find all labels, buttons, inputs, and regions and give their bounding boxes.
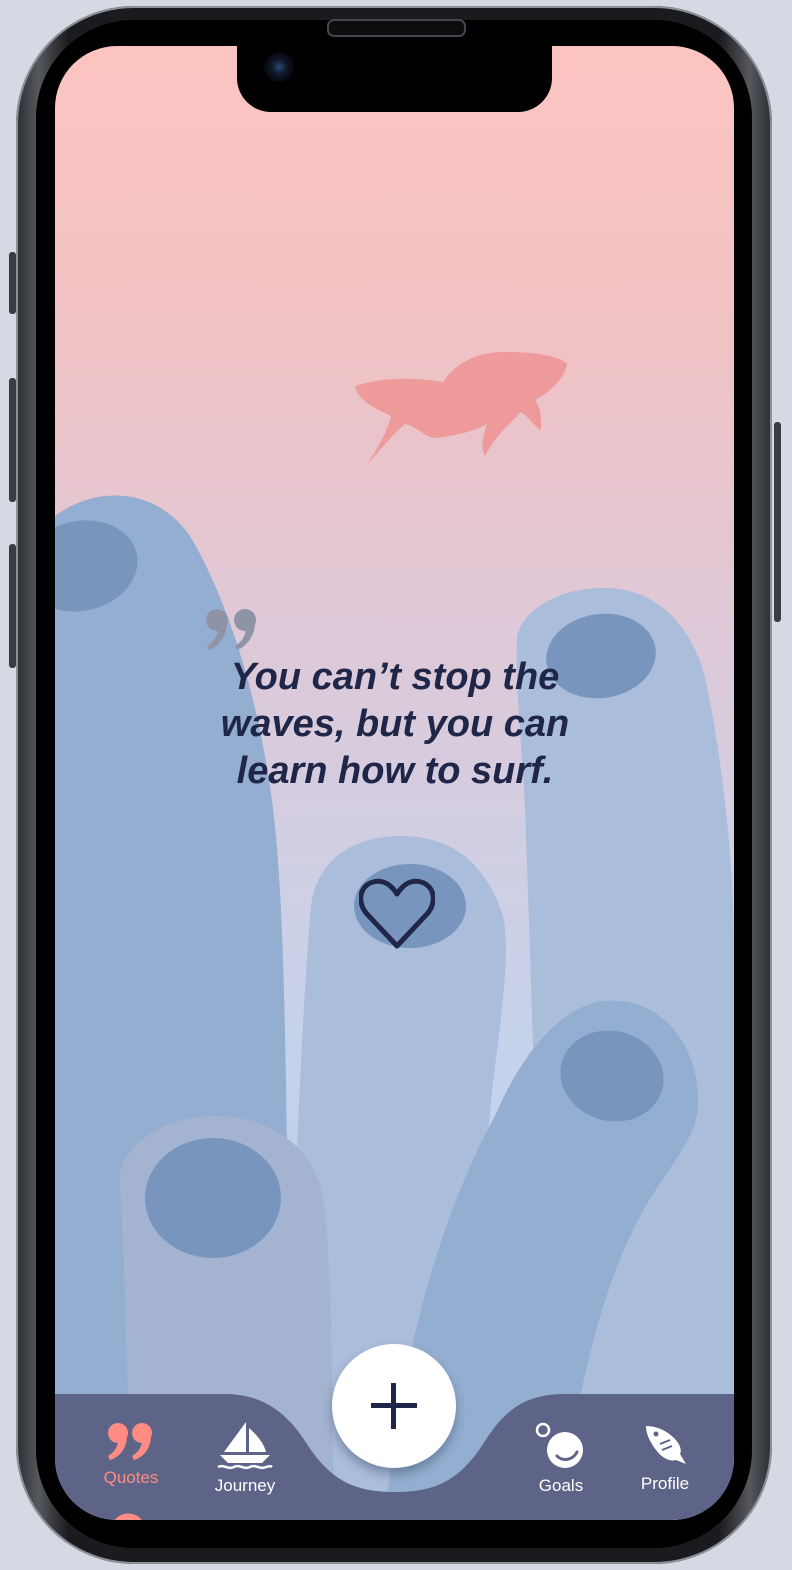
heart-icon (359, 878, 435, 949)
add-button[interactable] (332, 1344, 456, 1468)
power-button (774, 422, 781, 622)
fish-icon (646, 1426, 686, 1464)
speaker-grille (327, 19, 466, 37)
tab-goals[interactable]: Goals (511, 1422, 611, 1496)
volume-down-button (9, 544, 16, 668)
active-tab-indicator (114, 1513, 142, 1520)
tab-label: Profile (640, 1474, 690, 1493)
favorite-button[interactable] (355, 874, 439, 954)
front-camera (264, 52, 294, 82)
tab-label: Goals (538, 1476, 584, 1495)
tab-journey[interactable]: Journey (195, 1422, 295, 1496)
quote-text: You can’t stop the waves, but you can le… (220, 656, 570, 792)
plus-icon (371, 1383, 417, 1429)
mute-switch (9, 252, 16, 314)
quote-mark-icon (206, 609, 256, 650)
tab-label: Quotes (103, 1468, 159, 1487)
tab-profile[interactable]: Profile (615, 1422, 715, 1494)
volume-up-button (9, 378, 16, 502)
quotes-icon (108, 1423, 152, 1460)
app-screen: You can’t stop the waves, but you can le… (55, 46, 734, 1520)
tab-quotes[interactable]: Quotes (81, 1422, 181, 1488)
tab-label: Journey (214, 1476, 276, 1495)
bubbles-icon (535, 1422, 583, 1468)
sailboat-icon (217, 1422, 273, 1470)
